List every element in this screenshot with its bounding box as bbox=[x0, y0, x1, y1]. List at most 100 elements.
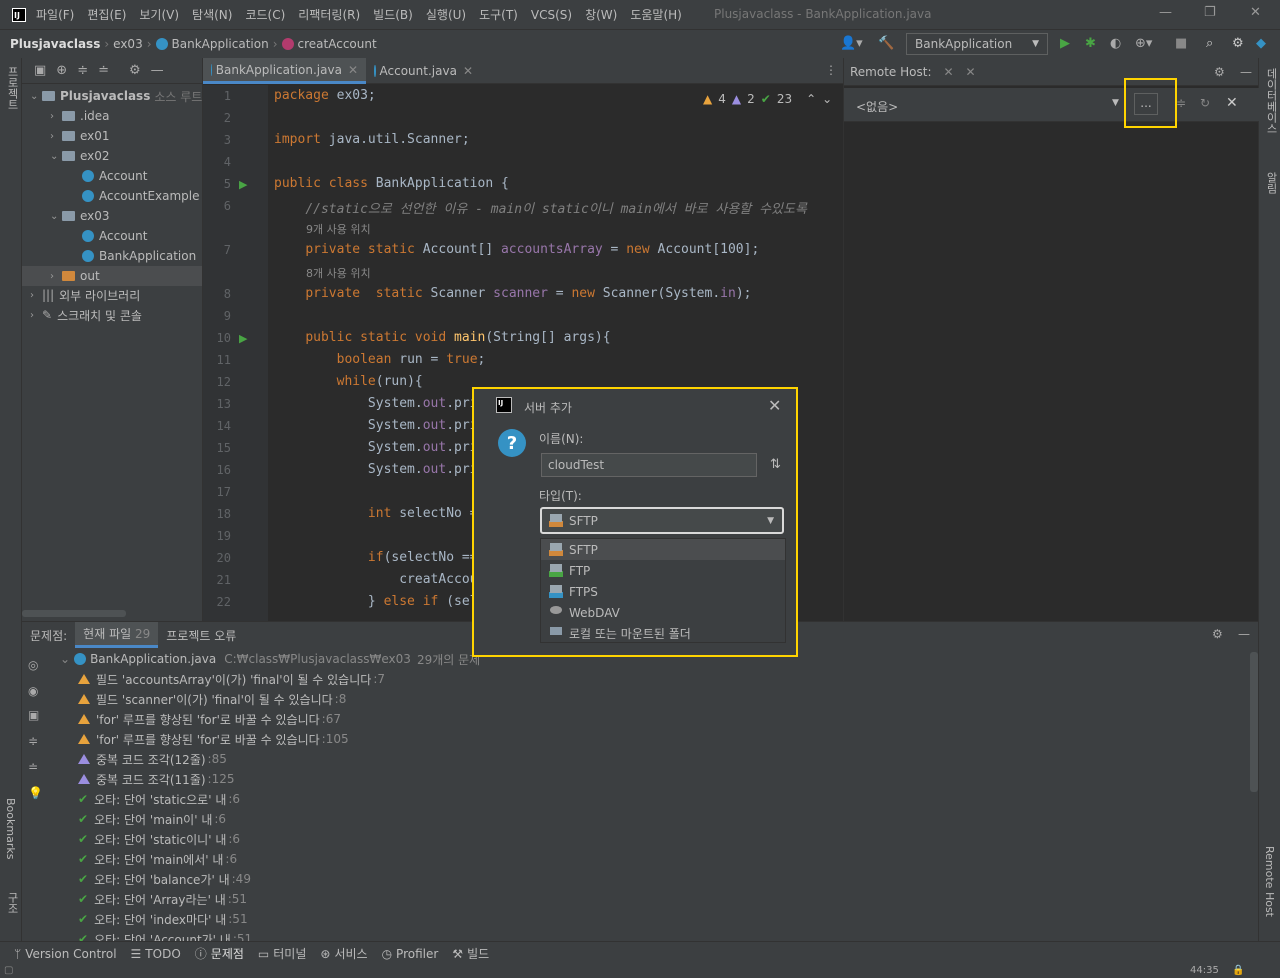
chevron-right-icon[interactable]: › bbox=[30, 310, 42, 321]
tree-item[interactable]: › ex01 bbox=[50, 126, 110, 146]
horizontal-scrollbar[interactable] bbox=[22, 610, 126, 617]
search-icon[interactable]: ⌕ bbox=[1206, 36, 1213, 51]
tool-profiler[interactable]: ◷ Profiler bbox=[382, 947, 439, 961]
problem-row[interactable]: ✔ 오타: 단어 'main이' 내:6 bbox=[78, 809, 226, 829]
menu-window[interactable]: 창(W) bbox=[585, 6, 617, 23]
hide-icon[interactable]: — bbox=[151, 63, 164, 78]
option-ftp[interactable]: FTP bbox=[541, 560, 785, 581]
chevron-down-icon[interactable]: ⌄ bbox=[30, 91, 42, 102]
plugin-icon[interactable]: ◆ bbox=[1256, 36, 1266, 51]
menu-tools[interactable]: 도구(T) bbox=[479, 6, 518, 23]
chevron-right-icon[interactable]: › bbox=[50, 111, 62, 122]
tree-item[interactable]: › .idea bbox=[50, 106, 110, 126]
menu-vcs[interactable]: VCS(S) bbox=[531, 8, 572, 22]
lightbulb-icon[interactable]: 💡 bbox=[28, 786, 43, 800]
server-type-select[interactable]: SFTP ▼ bbox=[540, 507, 784, 534]
problem-row[interactable]: 필드 'accountsArray'이(가) 'final'이 될 수 있습니다… bbox=[78, 669, 385, 689]
run-gutter-icon[interactable]: ▶ bbox=[239, 178, 247, 191]
expand-all-icon[interactable]: ≑ bbox=[77, 63, 88, 78]
close-tab-icon[interactable]: ✕ bbox=[463, 64, 473, 78]
project-view-icon[interactable]: ▣ bbox=[34, 63, 46, 78]
breadcrumb-class[interactable]: BankApplication bbox=[172, 37, 269, 51]
chevron-down-icon[interactable]: ▼ bbox=[1112, 98, 1119, 108]
minimize-icon[interactable]: — bbox=[1159, 5, 1172, 20]
bookmarks-tool-label[interactable]: Bookmarks bbox=[4, 798, 17, 859]
close-icon[interactable]: ✕ bbox=[966, 65, 976, 79]
option-ftps[interactable]: FTPS bbox=[541, 581, 785, 602]
problem-row[interactable]: 중복 코드 조각(12줄):85 bbox=[78, 749, 227, 769]
tool-services[interactable]: ⊛ 서비스 bbox=[320, 945, 367, 962]
lock-icon[interactable]: 🔒 bbox=[1232, 965, 1244, 976]
run-configuration-select[interactable]: BankApplication ▼ bbox=[906, 33, 1048, 55]
chevron-right-icon[interactable]: › bbox=[30, 290, 42, 301]
chevron-right-icon[interactable]: › bbox=[50, 271, 62, 282]
tool-problems[interactable]: ⓘ 문제점 bbox=[195, 945, 244, 962]
breadcrumb-package[interactable]: ex03 bbox=[113, 37, 143, 51]
option-webdav[interactable]: WebDAV bbox=[541, 602, 785, 623]
run-gutter-icon[interactable]: ▶ bbox=[239, 332, 247, 345]
notifications-tool-label[interactable]: 알림 bbox=[1263, 172, 1279, 194]
menu-code[interactable]: 코드(C) bbox=[245, 6, 285, 23]
coverage-icon[interactable]: ◐ bbox=[1110, 36, 1121, 51]
problem-row[interactable]: ✔ 오타: 단어 'static이니' 내:6 bbox=[78, 829, 240, 849]
gear-icon[interactable]: ⚙ bbox=[129, 63, 141, 78]
problems-file-row[interactable]: ⌄ BankApplication.java C:₩class₩Plusjava… bbox=[60, 649, 480, 669]
tree-item[interactable]: Account bbox=[70, 166, 147, 186]
menu-build[interactable]: 빌드(B) bbox=[373, 6, 413, 23]
problem-row[interactable]: 중복 코드 조각(11줄):125 bbox=[78, 769, 235, 789]
problem-row[interactable]: ✔ 오타: 단어 'index마다' 내:51 bbox=[78, 909, 248, 929]
usage-hint[interactable]: 9개 사용 위치 bbox=[306, 221, 371, 237]
sort-icon[interactable]: ⇅ bbox=[770, 457, 781, 472]
problem-row[interactable]: 'for' 루프를 향상된 'for'로 바꿀 수 있습니다:105 bbox=[78, 729, 349, 749]
expand-all-icon[interactable]: ≑ bbox=[28, 734, 38, 748]
tab-current-file[interactable]: 현재 파일 29 bbox=[75, 622, 159, 648]
menu-run[interactable]: 실행(U) bbox=[426, 6, 466, 23]
run-icon[interactable]: ▶ bbox=[1060, 36, 1070, 51]
refresh-icon[interactable]: ↻ bbox=[1200, 96, 1210, 110]
tab-project-errors[interactable]: 프로젝트 오류 bbox=[158, 622, 244, 648]
tree-item[interactable]: › ✎ 스크래치 및 콘솔 bbox=[30, 305, 142, 325]
vertical-scrollbar[interactable] bbox=[1250, 652, 1258, 792]
problem-row[interactable]: 'for' 루프를 향상된 'for'로 바꿀 수 있습니다:67 bbox=[78, 709, 341, 729]
restore-icon[interactable]: ❐ bbox=[1204, 5, 1216, 20]
auto-scroll-icon[interactable]: ◎ bbox=[28, 658, 38, 672]
close-tab-icon[interactable]: ✕ bbox=[348, 63, 358, 77]
breadcrumb-method[interactable]: creatAccount bbox=[298, 37, 377, 51]
collapse-all-icon[interactable]: ≐ bbox=[98, 63, 109, 78]
tree-item[interactable]: Account bbox=[70, 226, 147, 246]
chevron-down-icon[interactable]: ⌄ bbox=[822, 92, 832, 106]
collapse-all-icon[interactable]: ≐ bbox=[28, 760, 38, 774]
close-icon[interactable]: ✕ bbox=[943, 65, 953, 79]
option-sftp[interactable]: SFTP bbox=[541, 539, 785, 560]
close-window-icon[interactable]: ✕ bbox=[1250, 5, 1261, 20]
tree-item[interactable]: AccountExample bbox=[70, 186, 200, 206]
tool-version-control[interactable]: ᛘ Version Control bbox=[14, 947, 117, 961]
chevron-down-icon[interactable]: ⌄ bbox=[50, 211, 62, 222]
remote-host-tool-label[interactable]: Remote Host bbox=[1263, 846, 1276, 917]
inspection-widget[interactable]: ▲ 4 ▲ 2 ✔ 23 ⌃ ⌄ bbox=[703, 92, 832, 106]
tool-todo[interactable]: ☰ TODO bbox=[131, 947, 181, 961]
usage-hint[interactable]: 8개 사용 위치 bbox=[306, 265, 371, 281]
menu-refactor[interactable]: 리팩터링(R) bbox=[298, 6, 360, 23]
menu-help[interactable]: 도움말(H) bbox=[630, 6, 682, 23]
tree-item[interactable]: ⌄ ex03 bbox=[50, 206, 110, 226]
gear-icon[interactable]: ⚙ bbox=[1212, 627, 1223, 641]
menu-file[interactable]: 파일(F) bbox=[36, 6, 74, 23]
chevron-down-icon[interactable]: ⌄ bbox=[50, 151, 62, 162]
tool-build[interactable]: ⚒ 빌드 bbox=[452, 945, 489, 962]
server-name-field[interactable]: cloudTest bbox=[541, 453, 757, 477]
problem-row[interactable]: 필드 'scanner'이(가) 'final'이 될 수 있습니다:8 bbox=[78, 689, 346, 709]
tree-item[interactable]: BankApplication bbox=[70, 246, 196, 266]
stop-icon[interactable]: ■ bbox=[1175, 36, 1187, 51]
tree-item[interactable]: ⌄ ex02 bbox=[50, 146, 110, 166]
chevron-up-icon[interactable]: ⌃ bbox=[806, 92, 816, 106]
gear-icon[interactable]: ⚙ bbox=[1214, 65, 1225, 79]
debug-icon[interactable]: ✱ bbox=[1085, 36, 1096, 51]
database-tool-label[interactable]: 데이터베이스 bbox=[1263, 68, 1279, 134]
problem-row[interactable]: ✔ 오타: 단어 'main에서' 내:6 bbox=[78, 849, 237, 869]
preview-icon[interactable]: ▣ bbox=[28, 708, 39, 722]
build-hammer-icon[interactable]: 🔨 bbox=[878, 36, 894, 51]
option-local-folder[interactable]: 로컬 또는 마운트된 폴더 bbox=[541, 623, 785, 644]
tree-item[interactable]: › out bbox=[22, 266, 202, 286]
problem-row[interactable]: ✔ 오타: 단어 'balance가' 내:49 bbox=[78, 869, 251, 889]
